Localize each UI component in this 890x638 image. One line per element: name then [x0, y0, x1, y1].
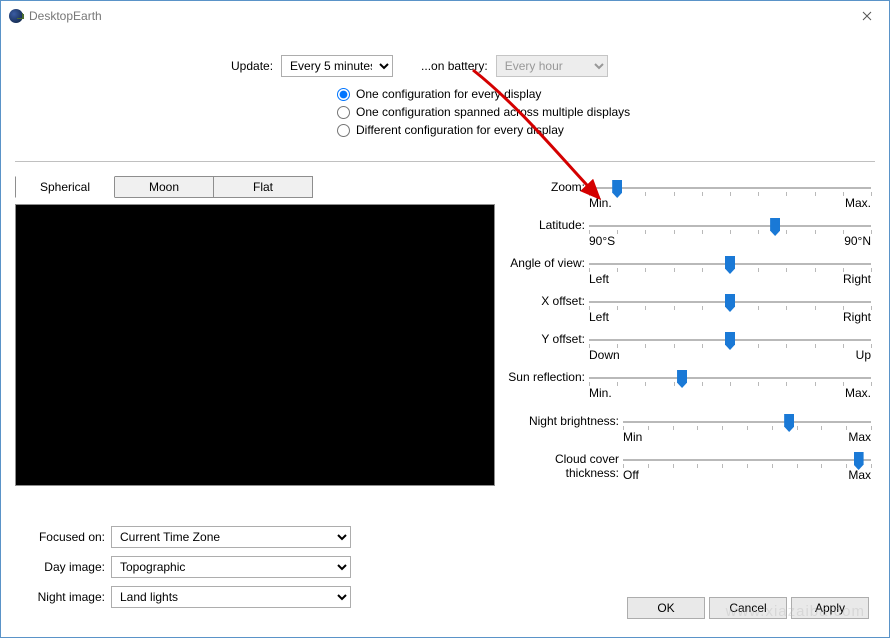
yoff-slider[interactable]	[589, 330, 871, 350]
zoom-min-label: Min.	[589, 196, 612, 210]
nightb-slider-group: Min Max	[623, 412, 871, 444]
battery-label: ...on battery:	[421, 59, 488, 73]
zoom-slider[interactable]	[589, 178, 871, 198]
sunref-slider-group: Min. Max.	[589, 368, 871, 400]
display-config-group: One configuration for every display One …	[337, 85, 865, 139]
divider	[15, 161, 875, 162]
focused-on-select[interactable]: Current Time Zone	[111, 526, 351, 548]
aov-row: Angle of view: Left Right	[501, 254, 871, 286]
sunref-max-label: Max.	[845, 386, 871, 400]
sunref-label: Sun reflection:	[501, 368, 585, 384]
spherical-sliders: Zoom: Min. Max. Latitude: 90°S 90°N Angle of v…	[501, 178, 871, 400]
preview-frame	[15, 204, 495, 486]
sunref-slider[interactable]	[589, 368, 871, 388]
xoff-max-label: Right	[843, 310, 871, 324]
lat-slider[interactable]	[589, 216, 871, 236]
nightb-label: Night brightness:	[501, 412, 619, 428]
aov-label: Angle of view:	[501, 254, 585, 270]
yoff-row: Y offset: Down Up	[501, 330, 871, 362]
app-icon	[9, 9, 23, 23]
aov-min-label: Left	[589, 272, 609, 286]
radio-one-per-display-input[interactable]	[337, 88, 350, 101]
cloud-label: Cloud cover thickness:	[501, 450, 619, 480]
radio-one-per-display[interactable]: One configuration for every display	[337, 85, 865, 103]
day-image-label: Day image:	[15, 560, 111, 574]
image-options: Focused on: Current Time Zone Day image:…	[15, 522, 495, 612]
battery-interval-select[interactable]: Every hour	[496, 55, 608, 77]
lat-slider-group: 90°S 90°N	[589, 216, 871, 248]
focused-on-label: Focused on:	[15, 530, 111, 544]
cloud-slider[interactable]	[623, 450, 871, 470]
update-row: Update: Every 5 minutes ...on battery: E…	[231, 55, 865, 77]
yoff-max-label: Up	[856, 348, 871, 362]
lat-min-label: 90°S	[589, 234, 615, 248]
ok-button[interactable]: OK	[627, 597, 705, 619]
left-column: Spherical Moon Flat Focused on: Current …	[15, 176, 495, 612]
xoff-min-label: Left	[589, 310, 609, 324]
focused-on-row: Focused on: Current Time Zone	[15, 522, 495, 552]
radio-different-label: Different configuration for every displa…	[356, 123, 564, 137]
aov-slider[interactable]	[589, 254, 871, 274]
aov-max-label: Right	[843, 272, 871, 286]
zoom-slider-group: Min. Max.	[589, 178, 871, 210]
close-button[interactable]	[845, 1, 889, 31]
nightb-min-label: Min	[623, 430, 642, 444]
watermark: www.xiazaiba.com	[726, 603, 865, 620]
radio-spanned-input[interactable]	[337, 106, 350, 119]
cloud-slider-group: Off Max	[623, 450, 871, 482]
settings-window: DesktopEarth Update: Every 5 minutes ...…	[0, 0, 890, 638]
tab-moon[interactable]: Moon	[114, 176, 214, 198]
yoff-slider-group: Down Up	[589, 330, 871, 362]
night-image-label: Night image:	[15, 590, 111, 604]
body-row: Spherical Moon Flat Focused on: Current …	[15, 176, 875, 612]
cloud-max-label: Max	[848, 468, 871, 482]
zoom-max-label: Max.	[845, 196, 871, 210]
xoff-slider-group: Left Right	[589, 292, 871, 324]
nightb-row: Night brightness: Min Max	[501, 412, 871, 444]
update-label: Update:	[231, 59, 273, 73]
right-column: Zoom: Min. Max. Latitude: 90°S 90°N Angle of v…	[501, 176, 875, 612]
xoff-label: X offset:	[501, 292, 585, 308]
day-image-select[interactable]: Topographic	[111, 556, 351, 578]
top-section: Update: Every 5 minutes ...on battery: E…	[15, 55, 875, 149]
zoom-label: Zoom:	[501, 178, 585, 194]
radio-spanned[interactable]: One configuration spanned across multipl…	[337, 103, 865, 121]
tab-flat[interactable]: Flat	[213, 176, 313, 198]
yoff-min-label: Down	[589, 348, 620, 362]
tab-spherical[interactable]: Spherical	[15, 176, 115, 198]
tab-bar: Spherical Moon Flat	[15, 176, 495, 198]
preview-image	[16, 205, 494, 485]
cloud-min-label: Off	[623, 468, 639, 482]
sunref-min-label: Min.	[589, 386, 612, 400]
radio-different-input[interactable]	[337, 124, 350, 137]
radio-one-per-display-label: One configuration for every display	[356, 87, 541, 101]
aov-slider-group: Left Right	[589, 254, 871, 286]
yoff-label: Y offset:	[501, 330, 585, 346]
titlebar: DesktopEarth	[1, 1, 889, 31]
lat-row: Latitude: 90°S 90°N	[501, 216, 871, 248]
xoff-row: X offset: Left Right	[501, 292, 871, 324]
nightb-max-label: Max	[848, 430, 871, 444]
radio-different[interactable]: Different configuration for every displa…	[337, 121, 865, 139]
sunref-row: Sun reflection: Min. Max.	[501, 368, 871, 400]
night-image-select[interactable]: Land lights	[111, 586, 351, 608]
night-image-row: Night image: Land lights	[15, 582, 495, 612]
image-sliders: Night brightness:MinMaxCloud cover thick…	[501, 412, 871, 482]
xoff-slider[interactable]	[589, 292, 871, 312]
lat-max-label: 90°N	[844, 234, 871, 248]
content-area: Update: Every 5 minutes ...on battery: E…	[15, 41, 875, 623]
nightb-slider[interactable]	[623, 412, 871, 432]
cloud-row: Cloud cover thickness: Off Max	[501, 450, 871, 482]
close-icon	[862, 11, 872, 21]
lat-label: Latitude:	[501, 216, 585, 232]
radio-spanned-label: One configuration spanned across multipl…	[356, 105, 630, 119]
window-title: DesktopEarth	[29, 9, 853, 23]
day-image-row: Day image: Topographic	[15, 552, 495, 582]
zoom-row: Zoom: Min. Max.	[501, 178, 871, 210]
update-interval-select[interactable]: Every 5 minutes	[281, 55, 393, 77]
